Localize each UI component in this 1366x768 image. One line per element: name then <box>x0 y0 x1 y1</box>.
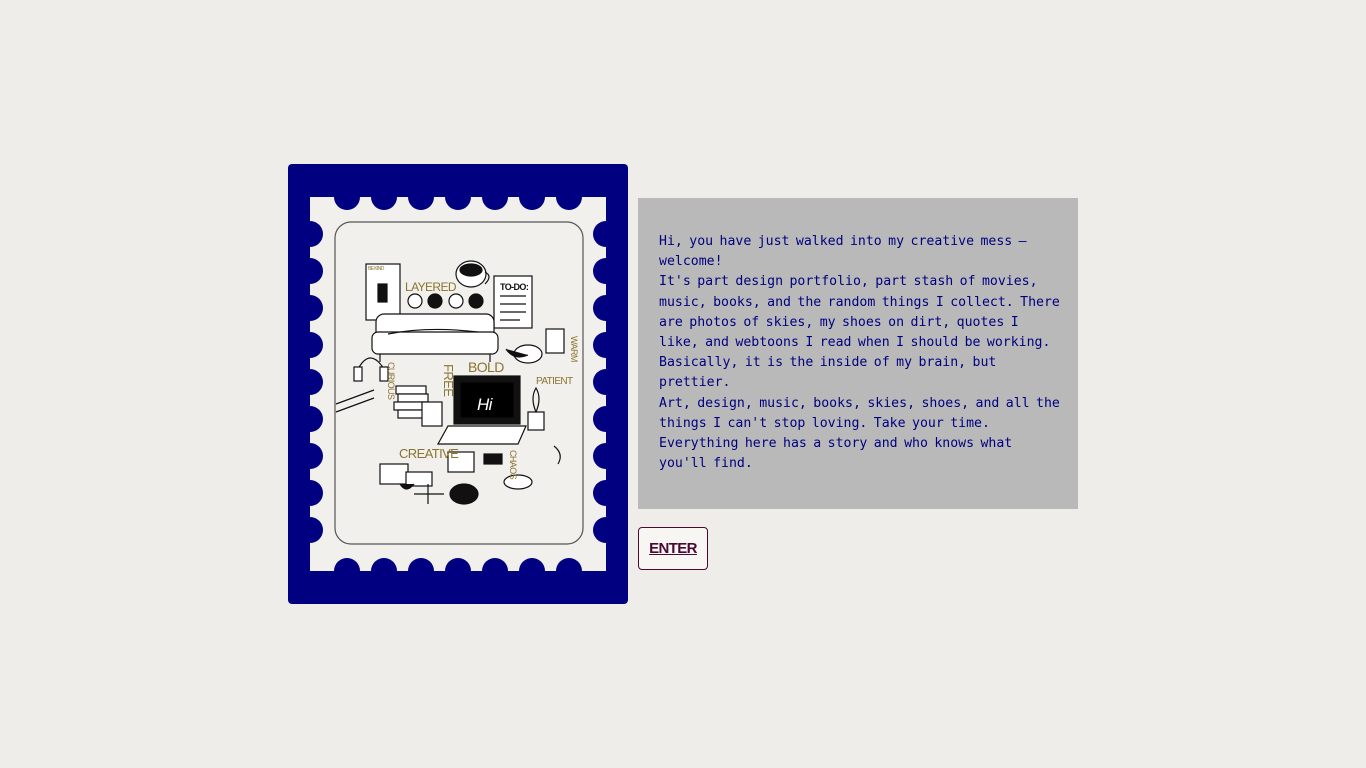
enter-button[interactable]: ENTER <box>638 527 708 570</box>
doodle-word: BOLD <box>468 359 504 375</box>
doodle-word: FREE <box>441 364 456 397</box>
intro-text: Hi, you have just walked into my creativ… <box>659 234 1060 472</box>
laptop-hi-label: Hi <box>477 395 494 414</box>
doodle-word: WARM <box>569 336 579 362</box>
doodle-word: CURIOUS <box>386 362 396 400</box>
svg-text:BE KIND: BE KIND <box>368 266 385 272</box>
doodle-word: CREATIVE <box>399 446 459 461</box>
todo-label: TO-DO: <box>500 282 529 292</box>
doodle-word: PATIENT <box>536 376 573 387</box>
enter-button-label: ENTER <box>649 540 697 557</box>
postage-stamp-frame: BE KIND LAYERED TO-DO: FREE BOLD PATIENT… <box>288 164 628 604</box>
doodle-word: LAYERED <box>405 280 457 294</box>
doodle-word: CHAOS <box>508 450 518 480</box>
stamp-illustration: BE KIND LAYERED TO-DO: FREE BOLD PATIENT… <box>297 184 619 584</box>
intro-panel: Hi, you have just walked into my creativ… <box>638 198 1078 509</box>
